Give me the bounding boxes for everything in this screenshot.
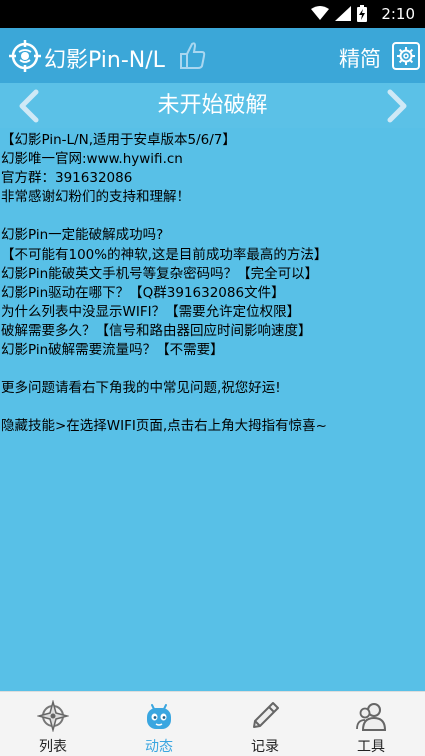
info-line: 【不可能有100%的神软,这是目前成功率最高的方法】 (1, 246, 328, 263)
info-line: 非常感谢幻粉们的支持和理解！ (1, 189, 190, 206)
pencil-icon (253, 702, 279, 728)
info-text: 【幻影Pin-L/N,适用于安卓版本5/6/7】 幻影唯一官网:www.hywi… (1, 131, 421, 437)
info-line: 官方群：391632086 (1, 170, 133, 187)
tab-label: 列表 (39, 739, 67, 755)
info-line: 【幻影Pin-L/N,适用于安卓版本5/6/7】 (1, 132, 236, 148)
battery-icon (357, 5, 367, 22)
tab-dynamics[interactable]: 动态 (106, 692, 212, 756)
gear-icon (397, 47, 415, 65)
tab-label: 工具 (357, 739, 385, 755)
tab-list[interactable]: 列表 (0, 692, 106, 756)
app-logo-icon (9, 40, 41, 72)
status-icons (311, 5, 367, 22)
tab-label: 记录 (251, 739, 279, 755)
info-line: 幻影Pin能破英文手机号等复杂密码吗？【完全可以】 (1, 265, 319, 282)
tab-label: 动态 (145, 739, 173, 755)
info-line: 幻影Pin破解需要流量吗？【不需要】 (1, 342, 224, 359)
thumbs-up-icon[interactable] (178, 40, 206, 70)
app-bar: 幻影Pin-N/L 精简 (0, 28, 425, 83)
status-time: 2:10 (381, 5, 415, 23)
robot-icon (147, 704, 171, 729)
bottom-tab-bar: 列表 动态 记录 工具 (0, 691, 425, 756)
settings-button[interactable] (392, 42, 420, 70)
info-line (1, 398, 421, 417)
status-bar: 2:10 (0, 0, 425, 28)
app-title: 幻影Pin-N/L (44, 48, 165, 73)
info-line (1, 207, 421, 226)
info-line: 为什么列表中没显示WIFI？【需要允许定位权限】 (1, 303, 301, 320)
wifi-icon (311, 6, 329, 20)
crack-status-title: 未开始破解 (157, 93, 268, 118)
tab-tools[interactable]: 工具 (318, 692, 424, 756)
info-panel: 【幻影Pin-L/N,适用于安卓版本5/6/7】 幻影唯一官网:www.hywi… (0, 128, 425, 691)
info-line: 隐藏技能>在选择WIFI页面,点击右上角大拇指有惊喜~ (1, 418, 327, 435)
info-line: 破解需要多久？【信号和路由器回应时间影响速度】 (1, 322, 312, 339)
signal-icon (335, 6, 351, 21)
info-line: 幻影唯一官网:www.hywifi.cn (1, 151, 183, 168)
info-line: 幻影Pin一定能破解成功吗? (1, 227, 164, 244)
next-arrow-icon[interactable] (384, 89, 410, 123)
info-line (1, 360, 421, 379)
info-line: 幻影Pin驱动在哪下？【Q群391632086文件】 (1, 284, 285, 301)
tab-records[interactable]: 记录 (212, 692, 318, 756)
compass-icon (37, 700, 69, 732)
users-icon (356, 703, 387, 731)
info-line: 更多问题请看右下角我的中常见问题,祝您好运! (1, 380, 281, 397)
status-banner: 未开始破解 (0, 83, 425, 128)
simplify-button[interactable]: 精简 (339, 43, 381, 73)
